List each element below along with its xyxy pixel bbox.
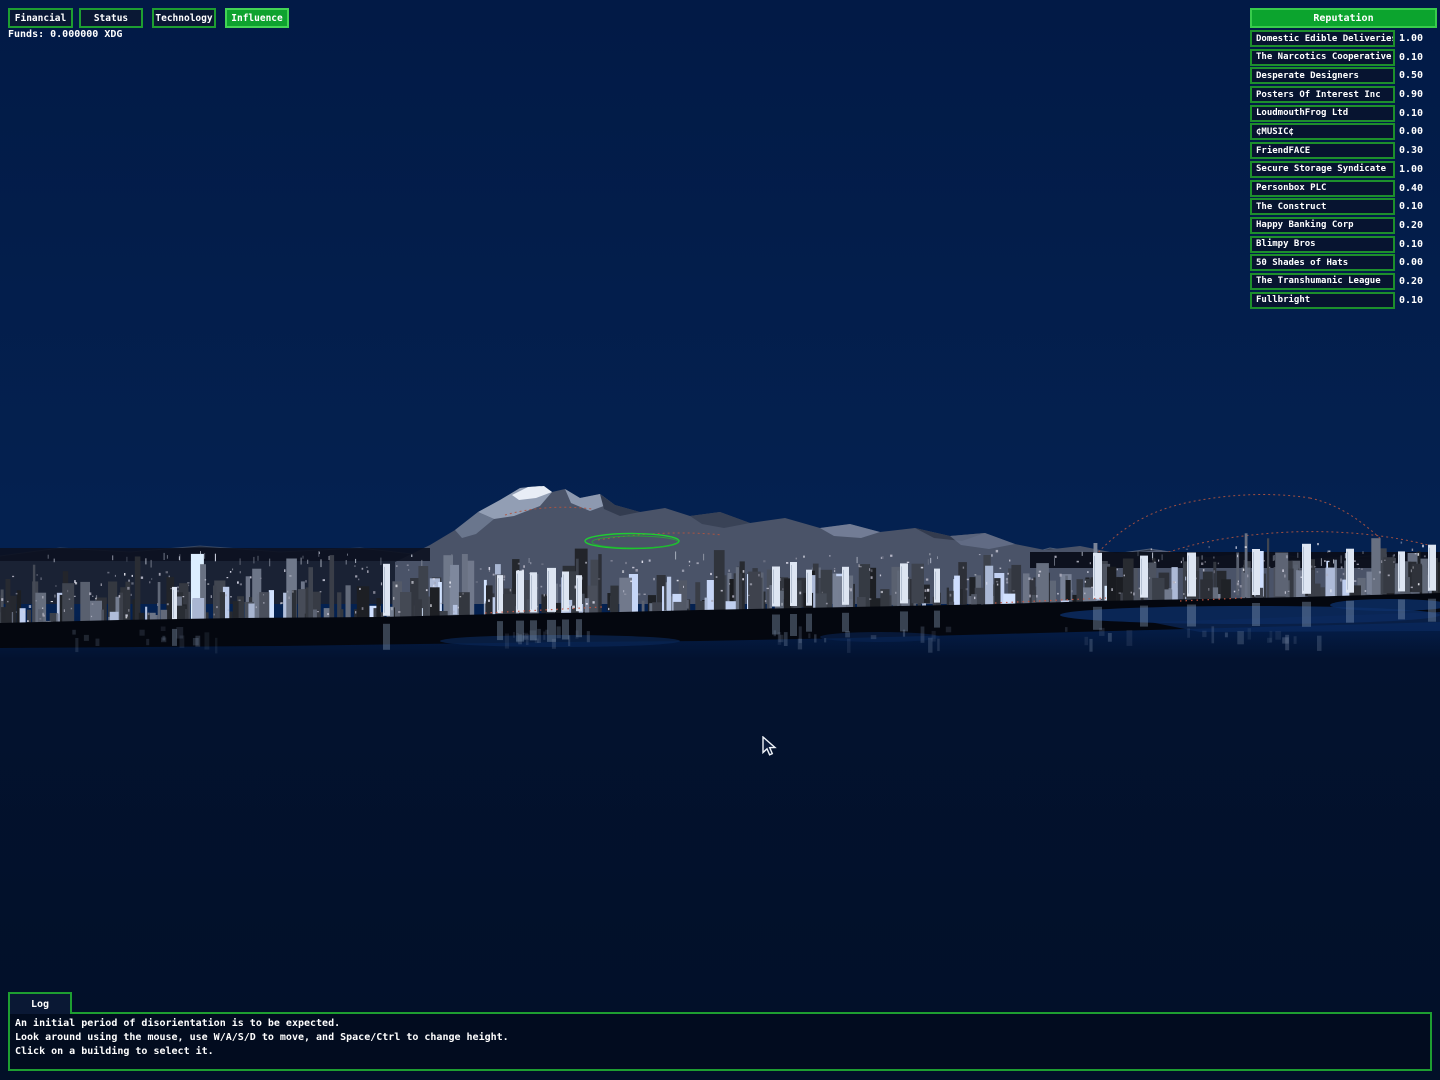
reputation-value: 0.50 — [1399, 67, 1435, 84]
log-message-box: An initial period of disorientation is t… — [8, 1012, 1432, 1071]
reputation-company[interactable]: The Narcotics Cooperative — [1250, 49, 1395, 66]
reputation-value: 1.00 — [1399, 30, 1435, 47]
reputation-header: Reputation — [1250, 8, 1437, 28]
reputation-row: Fullbright 0.10 — [1250, 292, 1437, 309]
city-scene[interactable] — [0, 0, 1440, 1080]
log-tab[interactable]: Log — [8, 992, 72, 1014]
technology-button[interactable]: Technology — [152, 8, 216, 28]
reputation-row: Secure Storage Syndicate 1.00 — [1250, 161, 1437, 178]
reputation-value: 0.20 — [1399, 273, 1435, 290]
reputation-company[interactable]: The Construct — [1250, 198, 1395, 215]
reputation-value: 0.10 — [1399, 198, 1435, 215]
reputation-row: Desperate Designers 0.50 — [1250, 67, 1437, 84]
reputation-value: 0.30 — [1399, 142, 1435, 159]
reputation-row: Personbox PLC 0.40 — [1250, 180, 1437, 197]
reputation-row: Domestic Edible Deliveries 1.00 — [1250, 30, 1437, 47]
reputation-company[interactable]: Domestic Edible Deliveries — [1250, 30, 1395, 47]
reputation-company[interactable]: Posters Of Interest Inc — [1250, 86, 1395, 103]
reputation-row: 50 Shades of Hats 0.00 — [1250, 254, 1437, 271]
reputation-value: 0.90 — [1399, 86, 1435, 103]
reputation-company[interactable]: The Transhumanic League — [1250, 273, 1395, 290]
reputation-value: 0.10 — [1399, 292, 1435, 309]
reputation-company[interactable]: Secure Storage Syndicate — [1250, 161, 1395, 178]
reputation-value: 0.20 — [1399, 217, 1435, 234]
reputation-value: 1.00 — [1399, 161, 1435, 178]
reputation-value: 0.00 — [1399, 254, 1435, 271]
reputation-row: The Narcotics Cooperative 0.10 — [1250, 49, 1437, 66]
reputation-value: 0.00 — [1399, 123, 1435, 140]
reputation-row: The Construct 0.10 — [1250, 198, 1437, 215]
reputation-row: Posters Of Interest Inc 0.90 — [1250, 86, 1437, 103]
influence-button[interactable]: Influence — [225, 8, 289, 28]
reputation-row: Happy Banking Corp 0.20 — [1250, 217, 1437, 234]
reputation-company[interactable]: Fullbright — [1250, 292, 1395, 309]
log-line: Look around using the mouse, use W/A/S/D… — [15, 1031, 1425, 1045]
reputation-company[interactable]: LoudmouthFrog Ltd — [1250, 105, 1395, 122]
reputation-company[interactable]: Blimpy Bros — [1250, 236, 1395, 253]
log-line: Click on a building to select it. — [15, 1045, 1425, 1059]
log-line: An initial period of disorientation is t… — [15, 1017, 1425, 1031]
reputation-row: LoudmouthFrog Ltd 0.10 — [1250, 105, 1437, 122]
reputation-company[interactable]: Personbox PLC — [1250, 180, 1395, 197]
reputation-value: 0.10 — [1399, 236, 1435, 253]
reputation-row: Blimpy Bros 0.10 — [1250, 236, 1437, 253]
reputation-company[interactable]: Happy Banking Corp — [1250, 217, 1395, 234]
funds-label: Funds: 0.000000 XDG — [8, 29, 122, 40]
status-button[interactable]: Status — [79, 8, 143, 28]
reputation-company[interactable]: FriendFACE — [1250, 142, 1395, 159]
reputation-company[interactable]: 50 Shades of Hats — [1250, 254, 1395, 271]
reputation-row: The Transhumanic League 0.20 — [1250, 273, 1437, 290]
financial-button[interactable]: Financial — [8, 8, 73, 28]
reputation-row: FriendFACE 0.30 — [1250, 142, 1437, 159]
reputation-value: 0.10 — [1399, 105, 1435, 122]
reputation-company[interactable]: Desperate Designers — [1250, 67, 1395, 84]
reputation-panel: Reputation Domestic Edible Deliveries 1.… — [1250, 8, 1437, 310]
reputation-company[interactable]: ¢MUSIC¢ — [1250, 123, 1395, 140]
reputation-value: 0.40 — [1399, 180, 1435, 197]
reputation-value: 0.10 — [1399, 49, 1435, 66]
reputation-row: ¢MUSIC¢ 0.00 — [1250, 123, 1437, 140]
